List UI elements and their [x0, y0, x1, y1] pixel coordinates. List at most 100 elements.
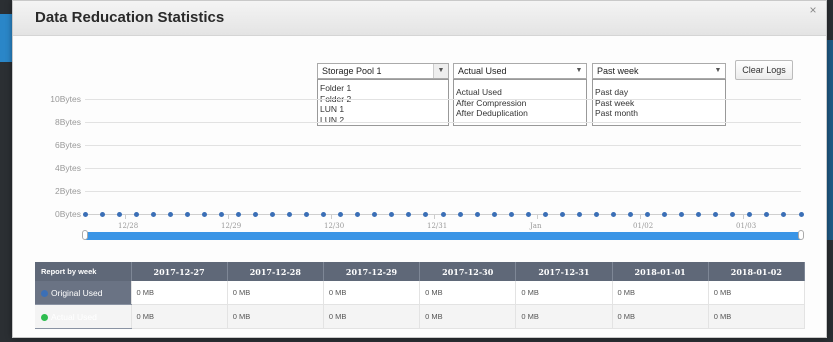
- table-cell: 0 MB: [131, 281, 228, 305]
- data-point[interactable]: [542, 211, 548, 217]
- data-point[interactable]: [116, 211, 122, 217]
- data-point[interactable]: [679, 211, 685, 217]
- table-cell: 0 MB: [323, 304, 421, 329]
- data-point[interactable]: [474, 211, 480, 217]
- column-header: 2017-12-27: [131, 262, 228, 281]
- column-header: 2018-01-02: [708, 262, 806, 281]
- table-cell: 0 MB: [419, 281, 517, 305]
- data-point[interactable]: [764, 211, 770, 217]
- data-point[interactable]: [133, 211, 139, 217]
- chevron-down-icon: ▼: [575, 67, 583, 74]
- data-point[interactable]: [287, 211, 293, 217]
- data-point[interactable]: [713, 211, 719, 217]
- data-point[interactable]: [576, 211, 582, 217]
- gridline: [85, 122, 801, 123]
- x-tick-label: 01/03: [736, 222, 757, 230]
- data-point[interactable]: [747, 211, 753, 217]
- x-tick-label: 12/28: [118, 222, 139, 230]
- data-point[interactable]: [593, 211, 599, 217]
- gridline: [85, 145, 801, 146]
- x-tick-label: 01/02: [633, 222, 654, 230]
- data-point[interactable]: [218, 211, 224, 217]
- gridline: [85, 99, 801, 100]
- data-point[interactable]: [82, 211, 88, 217]
- data-point[interactable]: [270, 211, 276, 217]
- row-label: Actual Used: [51, 311, 97, 322]
- data-point[interactable]: [645, 211, 651, 217]
- table-cell: 0 MB: [419, 304, 517, 329]
- x-tick: [743, 215, 744, 219]
- row-header-actual-used: Actual Used: [35, 304, 132, 329]
- table-row: Original Used 0 MB 0 MB 0 MB 0 MB 0 MB 0…: [35, 281, 806, 305]
- data-point[interactable]: [304, 211, 310, 217]
- table-cell: 0 MB: [227, 304, 324, 329]
- x-tick: [331, 215, 332, 219]
- period-select[interactable]: Past week ▼: [592, 63, 726, 79]
- storage-pool-selected: Storage Pool 1: [322, 66, 382, 76]
- column-header: 2017-12-28: [227, 262, 324, 281]
- data-point[interactable]: [730, 211, 736, 217]
- navigator-left-handle[interactable]: [82, 230, 88, 240]
- y-tick-label: 10Bytes: [50, 94, 81, 104]
- statistics-table: Report by week 2017-12-27 2017-12-28 201…: [35, 262, 806, 329]
- data-point[interactable]: [167, 211, 173, 217]
- chevron-down-icon: ▼: [714, 67, 722, 74]
- x-tick: [640, 215, 641, 219]
- data-point[interactable]: [798, 211, 804, 217]
- x-tick: [228, 215, 229, 219]
- table-cell: 0 MB: [131, 304, 228, 329]
- table-cell: 0 MB: [612, 304, 709, 329]
- table-corner-label: Report by week: [35, 262, 132, 281]
- gridline: [85, 168, 801, 169]
- y-tick-label: 8Bytes: [55, 117, 81, 127]
- chevron-down-icon: ▼: [433, 64, 448, 78]
- usage-chart: 10Bytes 8Bytes 6Bytes 4Bytes 2Bytes 0Bytes 12/…: [33, 87, 804, 247]
- table-row: Actual Used 0 MB 0 MB 0 MB 0 MB 0 MB 0 M…: [35, 304, 806, 329]
- data-point[interactable]: [150, 211, 156, 217]
- data-point[interactable]: [201, 211, 207, 217]
- clear-logs-button[interactable]: Clear Logs: [735, 60, 793, 80]
- data-point[interactable]: [696, 211, 702, 217]
- data-point[interactable]: [628, 211, 634, 217]
- data-point[interactable]: [440, 211, 446, 217]
- data-point[interactable]: [423, 211, 429, 217]
- data-point[interactable]: [338, 211, 344, 217]
- storage-pool-select[interactable]: Storage Pool 1 ▼: [317, 63, 449, 79]
- data-point[interactable]: [457, 211, 463, 217]
- table-cell: 0 MB: [612, 281, 709, 305]
- metric-select[interactable]: Actual Used ▼: [453, 63, 587, 79]
- chart-navigator[interactable]: [82, 230, 804, 240]
- data-point[interactable]: [355, 211, 361, 217]
- data-point[interactable]: [491, 211, 497, 217]
- column-header: 2017-12-30: [419, 262, 517, 281]
- data-point[interactable]: [99, 211, 105, 217]
- data-point[interactable]: [610, 211, 616, 217]
- table-cell: 0 MB: [708, 304, 806, 329]
- data-point[interactable]: [184, 211, 190, 217]
- data-point[interactable]: [252, 211, 258, 217]
- data-point[interactable]: [781, 211, 787, 217]
- data-point[interactable]: [389, 211, 395, 217]
- data-point[interactable]: [372, 211, 378, 217]
- table-header-row: Report by week 2017-12-27 2017-12-28 201…: [35, 262, 806, 281]
- close-icon[interactable]: ×: [806, 3, 820, 17]
- data-point[interactable]: [235, 211, 241, 217]
- legend-dot-icon: [41, 313, 48, 321]
- data-point[interactable]: [525, 211, 531, 217]
- data-point[interactable]: [559, 211, 565, 217]
- row-header-original-used: Original Used: [35, 281, 132, 305]
- x-tick-label: Jan: [530, 222, 542, 230]
- data-point[interactable]: [321, 211, 327, 217]
- legend-dot-icon: [41, 289, 48, 297]
- x-tick: [125, 215, 126, 219]
- navigator-right-handle[interactable]: [798, 230, 804, 240]
- data-point[interactable]: [406, 211, 412, 217]
- y-tick-label: 6Bytes: [55, 140, 81, 150]
- data-point[interactable]: [508, 211, 514, 217]
- column-header: 2018-01-01: [612, 262, 709, 281]
- column-header: 2017-12-31: [515, 262, 613, 281]
- metric-selected: Actual Used: [458, 66, 507, 76]
- table-cell: 0 MB: [515, 304, 613, 329]
- dialog-title: Data Reducation Statistics: [35, 9, 225, 26]
- data-point[interactable]: [662, 211, 668, 217]
